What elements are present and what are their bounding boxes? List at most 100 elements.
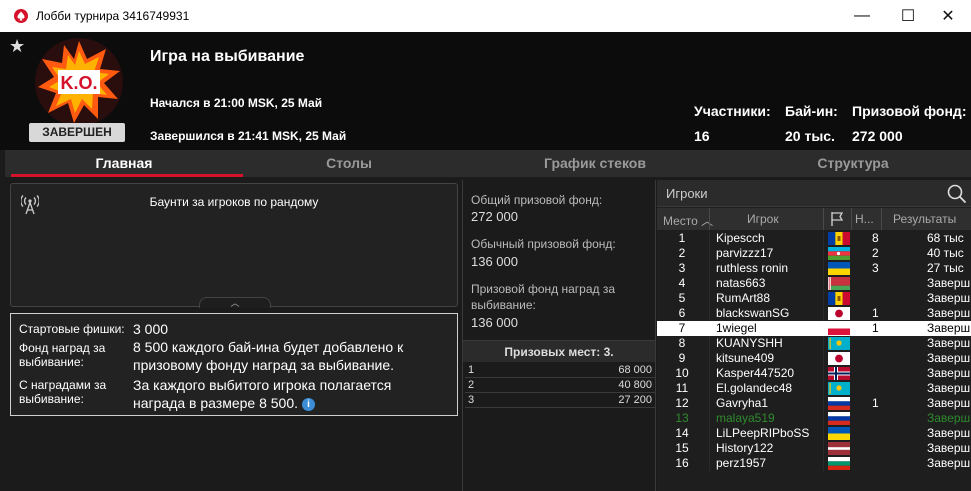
bounty-fund-label: Фонд наград за выбивание: [19, 341, 106, 369]
player-row[interactable]: 8 KUANYSHH Заверш [657, 336, 971, 351]
player-place: 14 [675, 426, 689, 440]
col-n-header[interactable]: Н... [855, 212, 874, 226]
players-table-header: Место ︿ Игрок Н... Результаты [657, 208, 971, 230]
players-title: Игроки [666, 186, 708, 201]
player-row[interactable]: 15 History122 Заверш [657, 441, 971, 456]
active-tab-indicator [11, 174, 243, 177]
search-icon[interactable] [947, 184, 967, 204]
place-amount: 68 000 [618, 364, 652, 376]
latvia-flag-icon [828, 442, 850, 455]
player-name: RumArt88 [716, 291, 771, 305]
collapse-button[interactable]: ︿ [199, 297, 271, 308]
bounty-reward-row: За каждого выбитого игрока полагается на… [133, 376, 443, 412]
player-knockouts: 1 [872, 396, 879, 410]
place-number: 3 [468, 394, 475, 406]
player-result: Заверш [927, 336, 971, 350]
ukraine-flag-icon [828, 262, 850, 275]
paid-places-header: Призовых мест: 3. [463, 340, 655, 362]
player-name: blackswanSG [716, 306, 790, 320]
player-name: LiLPeepRIPboSS [716, 426, 810, 440]
place-number: 2 [468, 379, 475, 391]
column-divider [709, 208, 710, 230]
player-name: KUANYSHH [716, 336, 783, 350]
col-results-header[interactable]: Результаты [893, 212, 956, 226]
regular-prize-value: 136 000 [471, 254, 518, 269]
starting-chips-label: Стартовые фишки: [19, 322, 125, 336]
close-button[interactable]: ✕ [925, 0, 971, 32]
player-name: malaya519 [716, 411, 775, 425]
player-result: Заверш [927, 396, 971, 410]
player-knockouts: 1 [872, 306, 879, 320]
bulgaria-flag-icon [828, 457, 850, 470]
player-place: 15 [675, 441, 689, 455]
bounty-fund-value: 8 500 каждого бай-ина будет добавлено к … [133, 339, 404, 373]
tab-structure[interactable]: Структура [735, 150, 971, 177]
player-result: Заверш [927, 381, 971, 395]
minimize-button[interactable]: — [839, 0, 885, 32]
start-time: Начался в 21:00 MSK, 25 Май [150, 96, 323, 110]
paid-place-row: 3 27 200 [465, 393, 655, 408]
player-row[interactable]: 12 Gavryha1 1 Заверш [657, 396, 971, 411]
close-icon: ✕ [941, 8, 955, 25]
player-result: Заверш [927, 366, 971, 380]
tab-stack-chart[interactable]: График стеков [455, 150, 735, 177]
player-row[interactable]: 9 kitsune409 Заверш [657, 351, 971, 366]
player-row[interactable]: 2 parvizzz17 2 40 тыс [657, 246, 971, 261]
player-row[interactable]: 13 malaya519 Заверш [657, 411, 971, 426]
ukraine-flag-icon [828, 427, 850, 440]
bounty-reward-value: За каждого выбитого игрока полагается на… [133, 377, 392, 411]
player-name: Kipescch [716, 231, 765, 245]
player-row[interactable]: 10 Kasper447520 Заверш [657, 366, 971, 381]
player-row[interactable]: 7 1wiegel 1 Заверш [657, 321, 971, 336]
player-row[interactable]: 14 LiLPeepRIPboSS Заверш [657, 426, 971, 441]
col-player-header[interactable]: Игрок [747, 212, 779, 226]
player-result: 27 тыс [927, 261, 964, 275]
player-result: Заверш [927, 306, 971, 320]
left-empty-area [5, 420, 462, 491]
player-row[interactable]: 5 RumArt88 Заверш [657, 291, 971, 306]
bounty-reward-label: С наградами за выбивание: [19, 378, 107, 406]
tab-bar: Главная Столы График стеков Структура [5, 150, 971, 177]
player-place: 5 [678, 291, 686, 305]
kazakhstan-flag-icon [828, 382, 850, 395]
player-row[interactable]: 11 El.golandec48 Заверш [657, 381, 971, 396]
player-row[interactable]: 1 Kipescch 8 68 тыс [657, 231, 971, 246]
buyin-label: Бай-ин: [785, 103, 838, 119]
player-name: Kasper447520 [716, 366, 795, 380]
place-amount: 27 200 [618, 394, 652, 406]
player-place: 3 [678, 261, 686, 275]
knockout-logo: K.O. [35, 38, 123, 126]
player-knockouts: 2 [872, 246, 879, 260]
paid-places-list: 1 68 000 2 40 800 3 27 200 [465, 363, 655, 408]
place-amount: 40 800 [618, 379, 652, 391]
player-row[interactable]: 16 perz1957 Заверш [657, 456, 971, 471]
players-search-bar: Игроки [657, 180, 971, 207]
tab-tables[interactable]: Столы [243, 150, 455, 177]
player-result: 40 тыс [927, 246, 964, 260]
player-row[interactable]: 6 blackswanSG 1 Заверш [657, 306, 971, 321]
prize-info-column: Общий призовой фонд: 272 000 Обычный при… [462, 180, 656, 491]
player-name: ruthless ronin [716, 261, 789, 275]
azerbaijan-flag-icon [828, 247, 850, 260]
status-badge: ЗАВЕРШЕН [29, 123, 125, 142]
participants-label: Участники: [694, 103, 771, 119]
player-result: Заверш [927, 291, 971, 305]
player-result: Заверш [927, 456, 971, 470]
player-place: 8 [678, 336, 686, 350]
tournament-header: ★ K.O. ЗАВЕРШЕН Игра на выбивание Началс… [0, 32, 971, 150]
column-divider [823, 208, 824, 230]
player-name: natas663 [716, 276, 766, 290]
flag-icon[interactable] [830, 211, 844, 227]
player-result: Заверш [927, 321, 971, 335]
player-place: 4 [678, 276, 686, 290]
player-knockouts: 8 [872, 231, 879, 245]
col-place-header[interactable]: Место ︿ [663, 212, 713, 229]
favorite-star-icon[interactable]: ★ [9, 36, 25, 57]
sort-ascending-icon: ︿ [697, 214, 714, 228]
player-place: 6 [678, 306, 686, 320]
player-row[interactable]: 4 natas663 Заверш [657, 276, 971, 291]
logo-text: K.O. [60, 73, 97, 93]
tab-main[interactable]: Главная [5, 150, 243, 177]
player-row[interactable]: 3 ruthless ronin 3 27 тыс [657, 261, 971, 276]
info-icon[interactable]: i [302, 398, 315, 411]
